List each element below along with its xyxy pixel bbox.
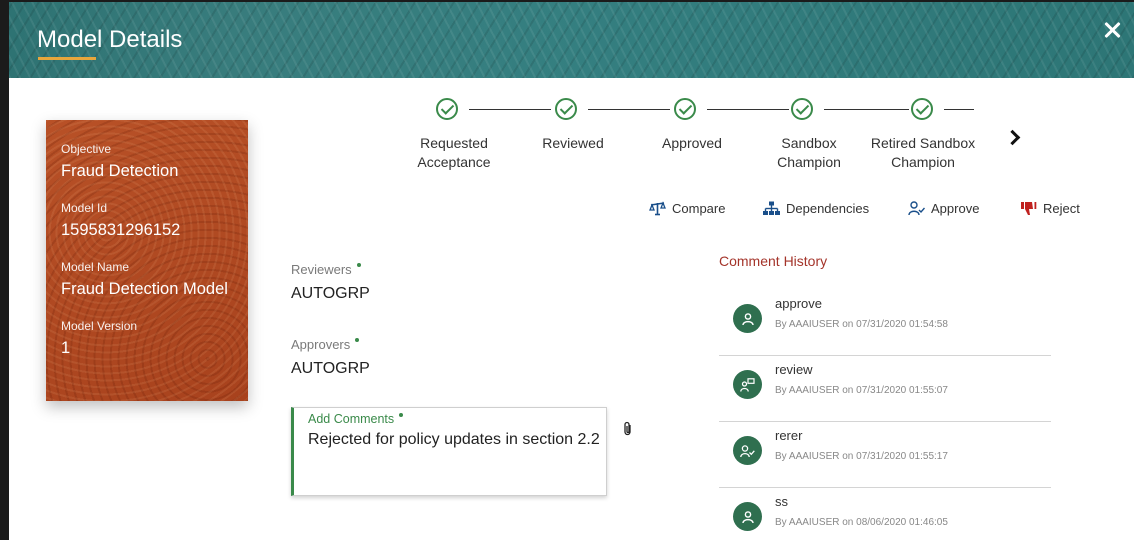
required-indicator <box>399 413 404 417</box>
step-connector <box>588 109 670 110</box>
required-indicator <box>355 338 360 342</box>
step-connector <box>469 109 551 110</box>
step-label-sandbox-champion: Sandbox Champion <box>777 135 841 170</box>
model-id-value: 1595831296152 <box>61 221 181 239</box>
history-action: review <box>775 362 813 377</box>
add-comments-field[interactable]: Add Comments Rejected for policy updates… <box>291 407 607 496</box>
approve-button[interactable]: Approve <box>908 201 979 216</box>
model-version-value: 1 <box>61 339 71 357</box>
user-check-icon <box>733 436 762 465</box>
model-summary-card: Objective Fraud Detection Model Id 15958… <box>46 120 248 401</box>
comment-history-title: Comment History <box>719 253 828 269</box>
check-circle-icon <box>791 98 813 120</box>
model-name-label: Model Name <box>61 260 130 274</box>
user-review-icon <box>733 370 762 399</box>
history-action: approve <box>775 296 822 311</box>
model-id-label: Model Id <box>61 201 108 215</box>
history-item: review By AAAIUSER on 07/31/2020 01:55:0… <box>719 356 1051 422</box>
thumbs-down-icon <box>1021 202 1037 215</box>
history-meta: By AAAIUSER on 08/06/2020 01:46:05 <box>775 517 948 528</box>
check-circle-icon <box>911 98 933 120</box>
reviewers-label: Reviewers <box>291 262 361 277</box>
step-label-retired-sandbox-champion: Retired Sandbox Champion <box>870 135 976 170</box>
history-action: rerer <box>775 428 803 443</box>
chevron-right-icon[interactable] <box>1007 130 1021 144</box>
model-name-value: Fraud Detection Model <box>61 280 228 298</box>
approvers-label: Approvers <box>291 337 360 352</box>
step-label-approved: Approved <box>662 135 722 151</box>
dependencies-label: Dependencies <box>786 201 870 216</box>
objective-value: Fraud Detection <box>61 162 179 180</box>
check-circle-icon <box>555 98 577 120</box>
history-item: ss By AAAIUSER on 08/06/2020 01:46:05 <box>719 488 1051 540</box>
history-item: rerer By AAAIUSER on 07/31/2020 01:55:17 <box>719 422 1051 488</box>
dialog-header: Model Details <box>9 2 1134 78</box>
step-label-reviewed: Reviewed <box>542 135 604 151</box>
history-item: approve By AAAIUSER on 07/31/2020 01:54:… <box>719 290 1051 356</box>
title-underline <box>38 57 96 60</box>
model-version-label: Model Version <box>61 319 138 333</box>
model-details-dialog: Model Details Objective Fraud Detection … <box>0 0 1134 540</box>
reviewers-value: AUTOGRP <box>291 285 370 302</box>
reject-label: Reject <box>1043 201 1080 216</box>
compare-label: Compare <box>672 201 726 216</box>
objective-label: Objective <box>61 142 112 156</box>
required-indicator <box>356 263 361 267</box>
compare-icon <box>649 201 666 216</box>
hierarchy-icon <box>763 201 780 215</box>
step-connector <box>707 109 789 110</box>
reject-button[interactable]: Reject <box>1020 201 1080 216</box>
history-meta: By AAAIUSER on 07/31/2020 01:55:17 <box>775 451 948 462</box>
close-icon[interactable] <box>1100 18 1124 42</box>
step-label-requested-acceptance: Requested Acceptance <box>417 135 491 170</box>
history-meta: By AAAIUSER on 07/31/2020 01:54:58 <box>775 319 948 330</box>
user-check-icon <box>908 201 925 216</box>
history-meta: By AAAIUSER on 07/31/2020 01:55:07 <box>775 385 948 396</box>
user-icon <box>733 502 762 531</box>
dependencies-button[interactable]: Dependencies <box>763 201 869 216</box>
step-connector <box>824 109 909 110</box>
step-connector <box>944 109 974 110</box>
approvers-value: AUTOGRP <box>291 360 370 377</box>
approve-label: Approve <box>931 201 980 216</box>
history-action: ss <box>775 494 788 509</box>
dialog-title: Model Details <box>37 26 183 53</box>
comment-input-text[interactable]: Rejected for policy updates in section 2… <box>308 429 604 451</box>
compare-button[interactable]: Compare <box>649 201 725 216</box>
check-circle-icon <box>436 98 458 120</box>
add-comments-label: Add Comments <box>308 412 606 426</box>
user-icon <box>733 304 762 333</box>
check-circle-icon <box>674 98 696 120</box>
paperclip-icon[interactable] <box>622 421 634 437</box>
